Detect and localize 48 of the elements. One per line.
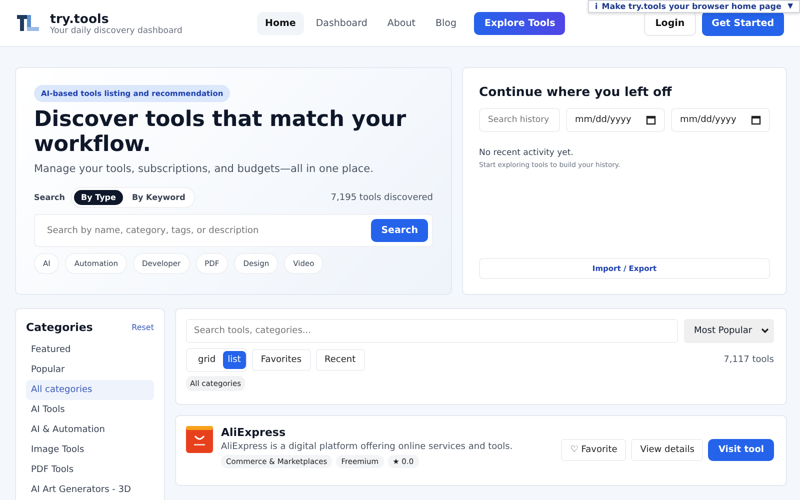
empty-message: No recent activity yet. bbox=[479, 148, 574, 158]
hero-subtitle: Manage your tools, subscriptions, and budgets—all in one place. bbox=[34, 163, 374, 175]
search-label: Search bbox=[34, 193, 65, 202]
favorite-button[interactable]: ♡ Favorite bbox=[561, 439, 626, 461]
sidebar-item[interactable]: AI Tools bbox=[26, 400, 154, 420]
search-field[interactable]: Search by name, category, tags, or description Search bbox=[34, 214, 433, 247]
history-title: Continue where you left off bbox=[479, 84, 673, 99]
tools-count: 7,195 tools discovered bbox=[330, 192, 433, 202]
sidebar-item[interactable]: Featured bbox=[26, 340, 154, 360]
info-icon: i bbox=[595, 2, 598, 11]
banner-text: Make try.tools your browser home page bbox=[602, 2, 782, 11]
search-mode-tab[interactable]: By Keyword bbox=[124, 190, 192, 205]
brand-name[interactable]: try.tools bbox=[50, 10, 182, 26]
search-button[interactable]: Search bbox=[371, 219, 428, 242]
view-tab[interactable]: list bbox=[222, 351, 246, 369]
brand-tagline: Your daily discovery dashboard bbox=[50, 26, 182, 36]
tools-search-field[interactable]: Search tools, categories... bbox=[186, 319, 678, 343]
sidebar-item[interactable]: AI & Automation bbox=[26, 420, 154, 440]
date-field[interactable]: mm/dd/yyyy bbox=[671, 108, 770, 132]
calendar-icon bbox=[751, 115, 761, 125]
tool-name[interactable]: AliExpress bbox=[221, 426, 554, 439]
tools-count: 7,117 tools bbox=[724, 355, 774, 365]
hero-title: Discover tools that match your workflow. bbox=[34, 107, 407, 157]
reset-link[interactable]: Reset bbox=[132, 323, 154, 332]
explore-tools-button[interactable]: Explore Tools bbox=[474, 12, 566, 34]
sidebar-item[interactable]: Image Tools bbox=[26, 440, 154, 460]
sort-dropdown[interactable]: Most Popular bbox=[684, 319, 774, 343]
logo-icon bbox=[17, 13, 41, 33]
view-details-button[interactable]: View details bbox=[631, 439, 704, 461]
sidebar-title: Categories bbox=[26, 321, 93, 334]
calendar-icon bbox=[646, 115, 656, 125]
nav-link[interactable]: Home bbox=[257, 12, 304, 34]
sidebar-item[interactable]: All categories bbox=[26, 380, 154, 400]
chevron-icon bbox=[761, 328, 769, 334]
tool-logo-icon bbox=[186, 426, 213, 453]
sidebar-item[interactable]: Popular bbox=[26, 360, 154, 380]
search-mode-tab[interactable]: By Type bbox=[74, 190, 123, 205]
nav-link[interactable]: Dashboard bbox=[308, 12, 376, 34]
nav-link[interactable]: About bbox=[379, 12, 424, 34]
nav-link[interactable]: Blog bbox=[427, 12, 464, 34]
date-field[interactable]: mm/dd/yyyy bbox=[566, 108, 665, 132]
visit-tool-button[interactable]: Visit tool bbox=[708, 439, 774, 461]
sidebar-item[interactable]: PDF Tools bbox=[26, 460, 154, 480]
history-search-field[interactable]: Search history bbox=[479, 108, 560, 132]
filter-toggle-button[interactable]: Recent bbox=[316, 349, 365, 371]
filter-toggle-button[interactable]: Favorites bbox=[252, 349, 311, 371]
tool-description: AliExpress is a digital platform offering online services and tools. bbox=[221, 442, 514, 452]
sidebar-item[interactable]: AI Art Generators - 3D bbox=[26, 480, 154, 500]
